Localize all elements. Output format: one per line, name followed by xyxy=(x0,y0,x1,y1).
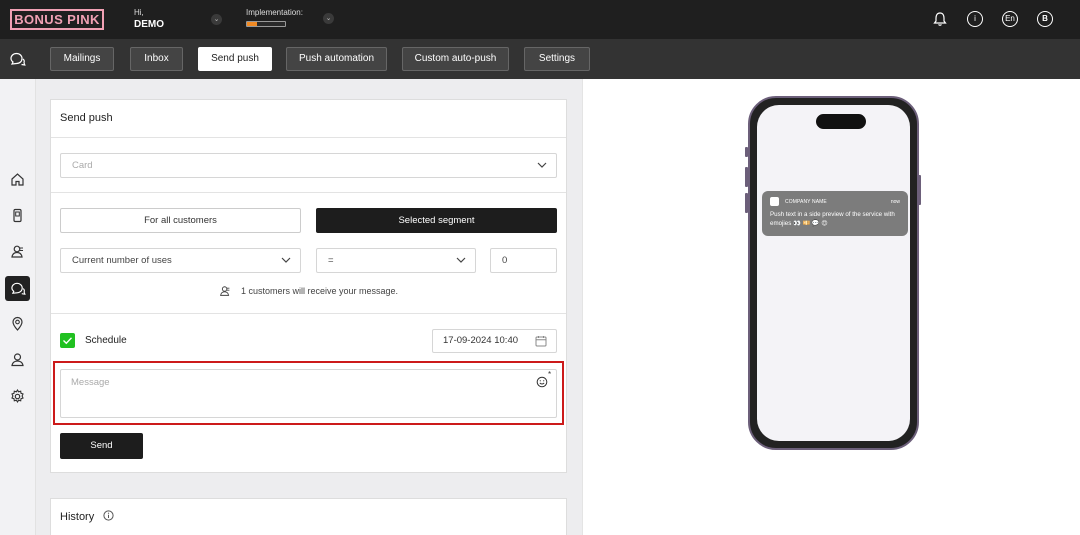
info-icon[interactable] xyxy=(103,510,114,521)
page-title: Send push xyxy=(60,112,113,124)
emoji-icon[interactable] xyxy=(536,376,548,388)
recipients-info: 1 customers will receive your message. xyxy=(219,285,398,297)
main-content: Send push Card For all customers Selecte… xyxy=(36,79,582,535)
required-mark: * xyxy=(548,370,552,379)
selected-segment-button[interactable]: Selected segment xyxy=(316,208,557,233)
dynamic-island xyxy=(816,114,866,129)
implementation-progress-fill xyxy=(247,22,257,26)
schedule-date-value: 17-09-2024 10:40 xyxy=(443,335,519,346)
brand-logo[interactable]: BONUS PINK xyxy=(10,9,104,30)
customers-icon xyxy=(220,286,230,296)
phone-side-button xyxy=(745,147,748,157)
divider xyxy=(51,137,566,138)
push-preview-panel: COMPANY NAME now Push text in a side pre… xyxy=(582,79,1080,535)
account-dropdown-chevron-icon[interactable]: ⌄ xyxy=(211,14,222,25)
tab-push-automation[interactable]: Push automation xyxy=(286,47,387,71)
chat-icon xyxy=(9,51,26,68)
info-icon[interactable]: i xyxy=(967,11,983,27)
recipients-text: 1 customers will receive your message. xyxy=(241,286,399,296)
tab-send-push[interactable]: Send push xyxy=(198,47,272,71)
avatar[interactable]: B xyxy=(1037,11,1053,27)
history-card: History xyxy=(50,498,567,535)
tab-custom-auto-push[interactable]: Custom auto-push xyxy=(402,47,509,71)
language-switch[interactable]: En xyxy=(1002,11,1018,27)
implementation-label: Implementation: xyxy=(246,8,303,17)
notification-body: Push text in a side preview of the servi… xyxy=(770,211,895,227)
chevron-down-icon xyxy=(281,257,291,263)
app-icon xyxy=(770,197,779,206)
avatar-initial: B xyxy=(1042,14,1048,23)
notification-time: now xyxy=(890,199,900,205)
message-placeholder: Message xyxy=(71,377,110,388)
phone-side-button xyxy=(918,175,921,205)
settings-icon[interactable] xyxy=(8,387,27,406)
chevron-down-icon xyxy=(456,257,466,263)
home-icon[interactable] xyxy=(8,170,27,189)
greeting: Hi, xyxy=(134,8,144,17)
for-all-customers-button[interactable]: For all customers xyxy=(60,208,301,233)
divider xyxy=(51,192,566,193)
user-name: DEMO xyxy=(134,19,164,30)
tab-mailings[interactable]: Mailings xyxy=(50,47,114,71)
user-icon[interactable] xyxy=(8,350,27,369)
condition-operator-select[interactable]: = xyxy=(316,248,476,273)
tab-settings[interactable]: Settings xyxy=(524,47,590,71)
chevron-down-icon xyxy=(537,162,547,168)
implementation-dropdown-chevron-icon[interactable]: ⌄ xyxy=(323,13,334,24)
nav-bar: Mailings Inbox Send push Push automation… xyxy=(0,39,1080,79)
card-icon[interactable] xyxy=(8,206,27,225)
history-title: History xyxy=(60,511,95,523)
condition-operator-value: = xyxy=(328,255,334,266)
check-icon xyxy=(63,337,73,345)
implementation-progress-bar xyxy=(246,21,286,27)
card-select[interactable]: Card xyxy=(60,153,557,178)
schedule-label: Schedule xyxy=(85,335,127,346)
divider xyxy=(51,313,566,314)
condition-field-value: Current number of uses xyxy=(72,255,172,266)
bell-icon[interactable] xyxy=(932,11,948,27)
send-push-card: Send push Card For all customers Selecte… xyxy=(50,99,567,473)
phone-side-button xyxy=(745,167,748,187)
phone-screen: COMPANY NAME now Push text in a side pre… xyxy=(757,105,910,441)
phone-side-button xyxy=(745,193,748,213)
chat-icon[interactable] xyxy=(5,276,30,301)
location-icon[interactable] xyxy=(8,314,27,333)
tab-inbox[interactable]: Inbox xyxy=(130,47,183,71)
notification-app-name: COMPANY NAME xyxy=(785,199,827,205)
push-notification-preview: COMPANY NAME now Push text in a side pre… xyxy=(762,191,908,236)
top-bar: BONUS PINK Hi, DEMO ⌄ Implementation: ⌄ … xyxy=(0,0,1080,39)
schedule-checkbox[interactable] xyxy=(60,333,75,348)
send-button[interactable]: Send xyxy=(60,433,143,459)
condition-value-input[interactable]: 0 xyxy=(490,248,557,273)
condition-value: 0 xyxy=(502,255,508,266)
sidebar xyxy=(0,79,36,535)
phone-mockup: COMPANY NAME now Push text in a side pre… xyxy=(748,96,919,450)
customers-icon[interactable] xyxy=(8,242,27,261)
condition-field-select[interactable]: Current number of uses xyxy=(60,248,301,273)
calendar-icon[interactable] xyxy=(535,335,547,347)
schedule-date-input[interactable]: 17-09-2024 10:40 xyxy=(432,329,557,353)
message-input[interactable]: Message xyxy=(60,369,557,418)
card-select-placeholder: Card xyxy=(72,160,93,171)
